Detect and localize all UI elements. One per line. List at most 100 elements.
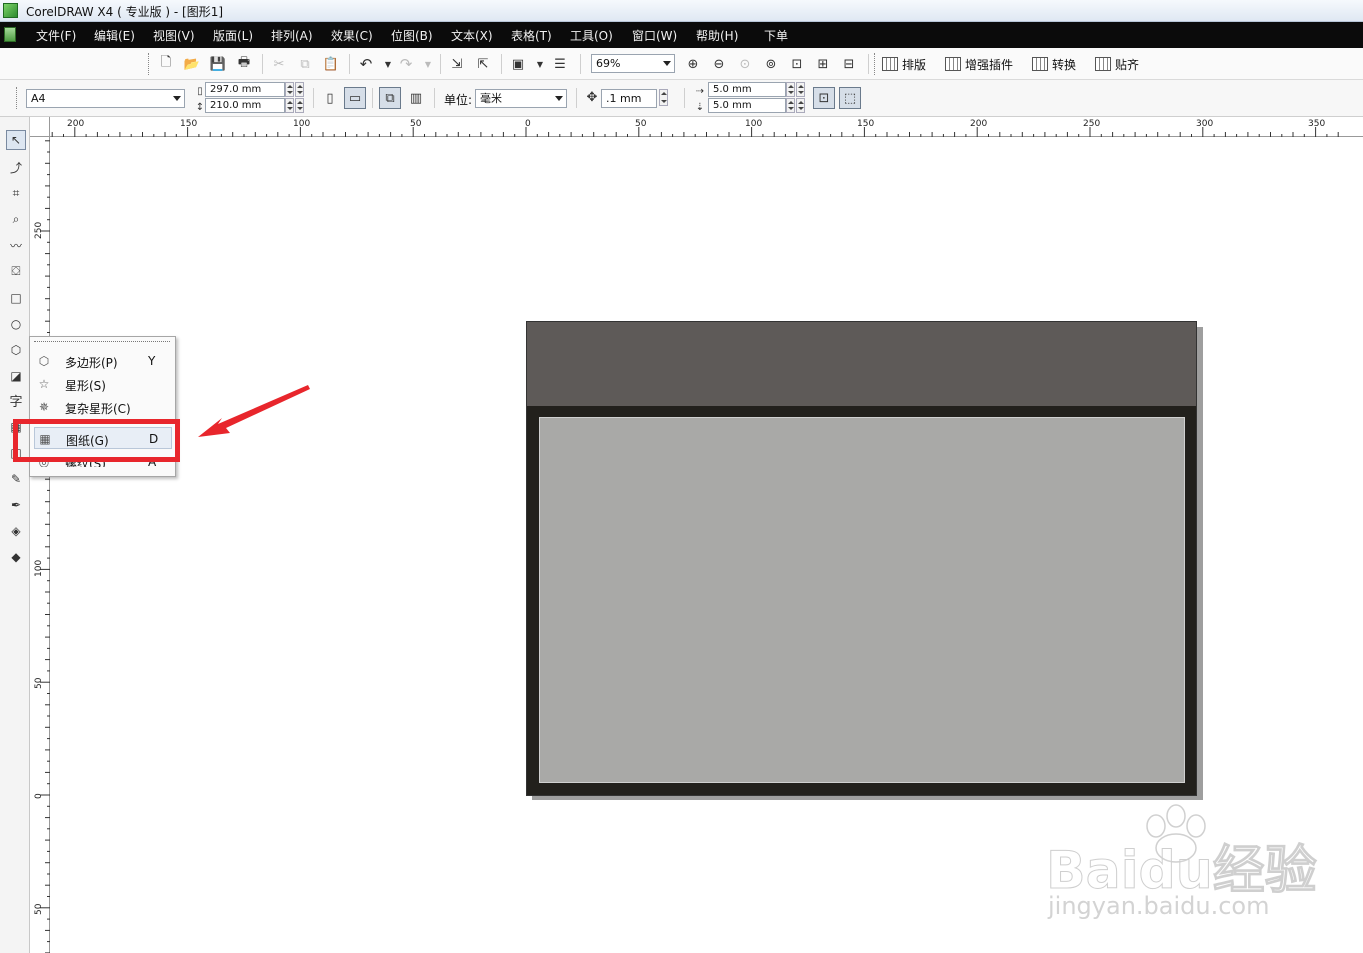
landscape-button[interactable]: ▭ [344, 87, 366, 109]
vertical-ruler[interactable]: 250 100 50 0 50 [30, 137, 50, 953]
nudge-spinner[interactable] [659, 89, 668, 106]
zoom-page-icon[interactable]: ⊡ [789, 56, 805, 72]
import-icon[interactable]: ⇲ [449, 56, 465, 72]
zoom-page-width-icon[interactable]: ⊞ [815, 56, 831, 72]
menu-text[interactable]: 文本(X) [451, 27, 493, 44]
menu-order[interactable]: 下单 [764, 27, 788, 44]
polygon-tool-icon[interactable]: ⬡ [6, 340, 26, 360]
paper-size-combo[interactable]: A4 [26, 89, 185, 108]
duplicate-y-spinner[interactable] [786, 98, 795, 113]
flyout-item-complex-star[interactable]: ✵ 复杂星形(C) [34, 396, 172, 418]
duplicate-x-field[interactable]: 5.0 mm [708, 82, 786, 97]
duplicate-x-spinner-alt[interactable] [796, 82, 805, 97]
menu-edit[interactable]: 编辑(E) [94, 27, 135, 44]
undo-icon[interactable]: ↶ [358, 55, 374, 73]
text-tool-icon[interactable]: 字 [6, 390, 26, 410]
horizontal-ruler[interactable]: 200 150 100 50 0 50 100 150 200 250 300 … [50, 117, 1363, 137]
application-launcher-icon[interactable]: ▣ [510, 56, 526, 72]
smart-fill-tool-icon[interactable]: ⛋ [6, 261, 26, 281]
zoom-out-icon[interactable]: ⊖ [711, 56, 727, 72]
page-height-spinner[interactable] [285, 98, 294, 113]
basic-shapes-tool-icon[interactable]: ◪ [6, 366, 26, 386]
gray-inner-rectangle[interactable] [539, 417, 1185, 783]
menu-file[interactable]: 文件(F) [36, 27, 76, 44]
toolbar-grip[interactable] [16, 87, 19, 109]
zoom-all-objects-icon[interactable]: ⊚ [763, 56, 779, 72]
launcher-dropdown-icon[interactable]: ▼ [532, 56, 548, 72]
menu-arrange[interactable]: 排列(A) [271, 27, 313, 44]
toolbar-grip[interactable] [148, 53, 151, 75]
menu-view[interactable]: 视图(V) [153, 27, 195, 44]
freehand-tool-icon[interactable]: 〰 [6, 235, 26, 255]
current-page-icon[interactable]: ▥ [408, 90, 424, 106]
document-icon[interactable] [4, 27, 16, 42]
zoom-page-height-icon[interactable]: ⊟ [841, 56, 857, 72]
fill-tool-icon[interactable]: ◈ [6, 521, 26, 541]
new-document-icon[interactable]: 🗋 [158, 55, 174, 72]
flyout-item-label: 多边形(P) [65, 356, 118, 370]
portrait-icon[interactable]: ▯ [322, 90, 338, 106]
toolbar-grip[interactable] [874, 53, 877, 75]
nudge-field[interactable]: .1 mm [601, 89, 657, 108]
snap-button[interactable]: 贴齐 [1095, 56, 1139, 73]
treat-as-filled-button[interactable]: ⊡ [813, 87, 835, 109]
page-height-lock[interactable] [295, 98, 304, 113]
redo-dropdown-icon[interactable]: ▼ [420, 56, 436, 72]
typesetting-icon [882, 57, 898, 71]
duplicate-y-field[interactable]: 5.0 mm [708, 98, 786, 113]
menu-table[interactable]: 表格(T) [511, 27, 552, 44]
flyout-grip[interactable] [34, 341, 170, 343]
ruler-origin[interactable] [30, 117, 50, 137]
horizontal-ruler-ticks [51, 127, 1339, 137]
ellipse-tool-icon[interactable]: ○ [6, 314, 26, 334]
dark-header-rectangle[interactable] [527, 322, 1196, 406]
duplicate-x-spinner[interactable] [786, 82, 795, 97]
menu-help[interactable]: 帮助(H) [696, 27, 738, 44]
menu-effects[interactable]: 效果(C) [331, 27, 373, 44]
print-icon[interactable]: 🖶 [236, 55, 252, 72]
zoom-tool-icon[interactable]: ⌕ [6, 209, 26, 229]
eyedropper-tool-icon[interactable]: ✎ [6, 469, 26, 489]
rectangle-tool-icon[interactable]: □ [6, 288, 26, 308]
save-icon[interactable]: 💾 [210, 56, 226, 72]
snap-label: 贴齐 [1115, 58, 1140, 72]
convert-button[interactable]: 转换 [1032, 56, 1076, 73]
zoom-in-icon[interactable]: ⊕ [685, 56, 701, 72]
shape-tool-icon[interactable]: ⤴ [6, 157, 26, 177]
flyout-item-star[interactable]: ☆ 星形(S) [34, 373, 172, 395]
menu-layout[interactable]: 版面(L) [213, 27, 253, 44]
copy-icon[interactable]: ⧉ [297, 56, 313, 72]
welcome-screen-icon[interactable]: ☰ [552, 56, 568, 72]
paste-icon[interactable]: 📋 [323, 56, 339, 72]
outline-tool-icon[interactable]: ✒ [6, 495, 26, 515]
typesetting-label: 排版 [902, 58, 927, 72]
chevron-down-icon [555, 96, 563, 101]
undo-dropdown-icon[interactable]: ▼ [380, 56, 396, 72]
open-icon[interactable]: 📂 [184, 56, 200, 72]
typesetting-button[interactable]: 排版 [882, 56, 926, 73]
redo-icon[interactable]: ↷ [398, 55, 414, 73]
flyout-item-polygon[interactable]: ⬡ 多边形(P) Y [34, 350, 172, 372]
menu-tools[interactable]: 工具(O) [570, 27, 613, 44]
zoom-selected-icon[interactable]: ⊙ [737, 56, 753, 72]
draw-bounding-box-button[interactable]: ⬚ [839, 87, 861, 109]
coreldraw-app-icon[interactable] [3, 3, 18, 18]
pick-tool-icon[interactable]: ↖ [6, 130, 26, 150]
flyout-item-shortcut: Y [148, 354, 156, 368]
page-width-spinner[interactable] [285, 82, 294, 97]
crop-tool-icon[interactable]: ⌗ [6, 183, 26, 203]
all-pages-button[interactable]: ⧉ [379, 87, 401, 109]
page-width-lock[interactable] [295, 82, 304, 97]
drawing-page[interactable] [526, 321, 1197, 796]
cut-icon[interactable]: ✂ [271, 56, 287, 72]
menu-bitmaps[interactable]: 位图(B) [391, 27, 433, 44]
export-icon[interactable]: ⇱ [475, 56, 491, 72]
page-height-field[interactable]: 210.0 mm [205, 98, 285, 113]
page-width-field[interactable]: 297.0 mm [205, 82, 285, 97]
unit-combo[interactable]: 毫米 [475, 89, 567, 108]
duplicate-y-spinner-alt[interactable] [796, 98, 805, 113]
enhance-plugin-button[interactable]: 增强插件 [945, 56, 1013, 73]
menu-window[interactable]: 窗口(W) [632, 27, 677, 44]
interactive-fill-tool-icon[interactable]: ◆ [6, 547, 26, 567]
zoom-level-combo[interactable]: 69% [591, 54, 675, 73]
